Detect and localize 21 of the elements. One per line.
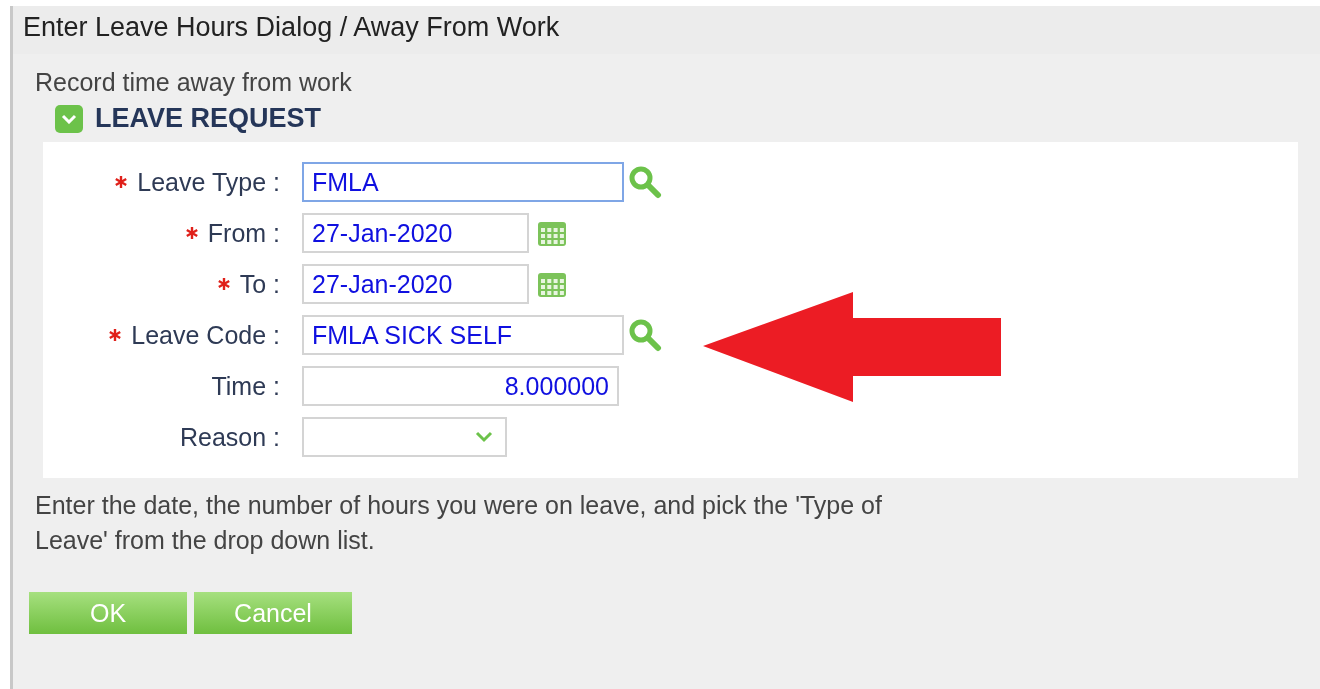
subtitle: Record time away from work <box>34 67 353 97</box>
input-field[interactable]: 27-Jan-2020 <box>302 213 529 253</box>
input-field[interactable]: FMLA SICK SELF <box>302 315 624 355</box>
field-label: Time : <box>211 371 280 401</box>
field-label: Leave Code : <box>131 320 280 350</box>
calendar-icon[interactable] <box>537 219 567 247</box>
input-field[interactable]: FMLA <box>302 162 624 202</box>
chevron-down-icon <box>475 431 493 443</box>
input-field[interactable]: 27-Jan-2020 <box>302 264 529 304</box>
field-label: Leave Type : <box>137 167 280 197</box>
reason-dropdown[interactable] <box>302 417 507 457</box>
section-title: LEAVE REQUEST <box>95 103 322 134</box>
field-label: From : <box>207 218 280 248</box>
calendar-icon[interactable] <box>537 270 567 298</box>
field-label: To : <box>239 269 280 299</box>
search-icon[interactable] <box>628 165 662 199</box>
input-field[interactable]: 8.000000 <box>302 366 619 406</box>
field-label: Reason : <box>179 422 280 452</box>
search-icon[interactable] <box>628 318 662 352</box>
help-text: Enter the date, the number of hours you were on leave, and pick the 'Type of Leave' from the drop down list. <box>34 490 883 556</box>
collapse-icon[interactable] <box>55 104 83 133</box>
